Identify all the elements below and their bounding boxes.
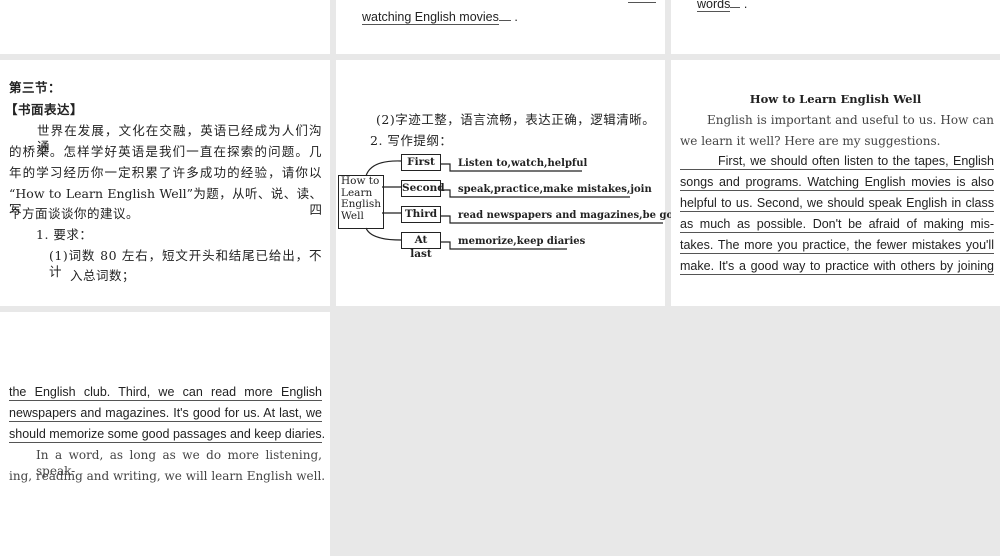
essay-intro: English is important and useful to us. H… <box>707 113 994 127</box>
hint-second: speak,practice,make mistakes,join <box>458 184 652 195</box>
essay-ending: ing, reading and writing, we will learn … <box>9 469 326 483</box>
panel-top-middle: watching English movies . <box>336 0 665 54</box>
answer-line: First, we should often listen to the tap… <box>680 153 994 170</box>
branch-second: Second <box>401 180 445 197</box>
hint-third: read newspapers and magazines,be good fo… <box>458 210 707 221</box>
answer-text: watching English movies <box>362 10 499 25</box>
branch-first: First <box>401 154 441 171</box>
answer-underline <box>628 0 656 3</box>
essay-intro: we learn it well? Here are my suggestion… <box>680 134 941 148</box>
answer-line: the English club. Third, we can read mor… <box>9 385 322 401</box>
panel-outline: (2)字迹工整，语言流畅，表达正确，逻辑清晰。 2. 写作提纲： How to L… <box>336 60 707 306</box>
answer-line: helpful to us. Second, we should speak E… <box>680 196 994 212</box>
essay-title: How to Learn English Well <box>749 92 922 106</box>
panel-top-left <box>0 0 330 54</box>
period: . <box>514 10 518 24</box>
answer-line: should memorize some good passages and k… <box>9 427 326 443</box>
section-title: 第三节： <box>9 80 62 95</box>
hint-at-last: memorize,keep diaries <box>458 236 586 247</box>
panel-essay-continued: the English club. Third, we can read mor… <box>0 312 330 556</box>
branch-at-last: At last <box>401 232 441 260</box>
answer-line: songs and programs. Watching English mov… <box>680 175 994 191</box>
panel-top-right: words . <box>671 0 1000 54</box>
answer-line: make. It's a good way to practice with o… <box>680 259 994 275</box>
prompt-line: 年的学习经历你一定积累了许多成功的经验，请你以 <box>9 165 322 180</box>
answer-line: as much as possible. Don't be afraid of … <box>680 217 994 233</box>
panel-model-essay: How to Learn English Well English is imp… <box>671 60 1000 306</box>
prompt-line: 的桥梁。怎样学好英语是我们一直在探索的问题。几 <box>9 144 322 159</box>
prompt-line: 个方面谈谈你的建议。 <box>9 206 140 221</box>
heading: 【书面表达】 <box>5 102 84 117</box>
answer-line: newspapers and magazines. It's good for … <box>9 406 322 422</box>
period: . <box>743 0 748 11</box>
hint-first: Listen to,watch,helpful <box>458 158 588 169</box>
answer-line: takes. The more you practice, the fewer … <box>680 238 994 254</box>
branch-third: Third <box>401 206 441 223</box>
requirements-title: 1. 要求： <box>36 227 93 242</box>
panel-question: 第三节： 【书面表达】 世界在发展，文化在交融，英语已经成为人们沟通 的桥梁。怎… <box>0 60 330 306</box>
answer-text: words <box>697 0 731 12</box>
requirement-1-cont: 入总词数； <box>70 268 136 283</box>
